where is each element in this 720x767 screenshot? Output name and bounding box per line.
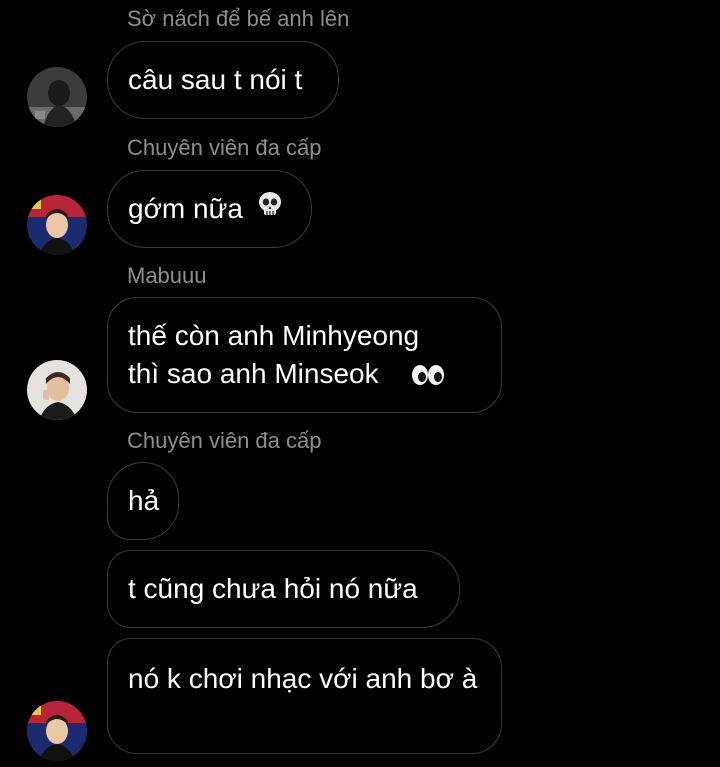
message-bubble[interactable]: t cũng chưa hỏi nó nữa: [107, 550, 460, 628]
avatar[interactable]: [27, 67, 87, 127]
message-text: thế còn anh Minhyeong thì sao anh Minseo…: [128, 320, 420, 389]
message-text: t cũng chưa hỏi nó nữa: [128, 573, 418, 604]
avatar-red-stage-icon: [27, 701, 87, 761]
sender-name: Mabuuu: [127, 263, 207, 288]
message-bubble[interactable]: hả: [107, 462, 179, 540]
avatar[interactable]: [27, 701, 87, 761]
eyes-icon: [411, 364, 445, 391]
avatar-light-bg-icon: [27, 360, 87, 420]
avatar[interactable]: [27, 360, 87, 420]
message-text: nó k chơi nhạc với anh bơ à: [128, 663, 478, 694]
message-bubble[interactable]: câu sau t nói t: [107, 41, 339, 119]
sender-name: Chuyên viên đa cấp: [127, 135, 322, 160]
message-bubble[interactable]: nó k chơi nhạc với anh bơ à: [107, 638, 502, 754]
message-bubble[interactable]: gớm nữa: [107, 170, 312, 248]
avatar[interactable]: [27, 195, 87, 255]
message-bubble[interactable]: thế còn anh Minhyeong thì sao anh Minseo…: [107, 297, 502, 413]
sender-name: Chuyên viên đa cấp: [127, 428, 322, 453]
sender-name: Sờ nách để bế anh lên: [127, 6, 350, 31]
message-text: hả: [128, 485, 160, 516]
message-text: gớm nữa: [128, 193, 243, 224]
message-text: câu sau t nói t: [128, 64, 303, 95]
skull-icon: [255, 189, 285, 229]
avatar-red-stage-icon: [27, 195, 87, 255]
avatar-dark-hair-icon: [27, 67, 87, 127]
